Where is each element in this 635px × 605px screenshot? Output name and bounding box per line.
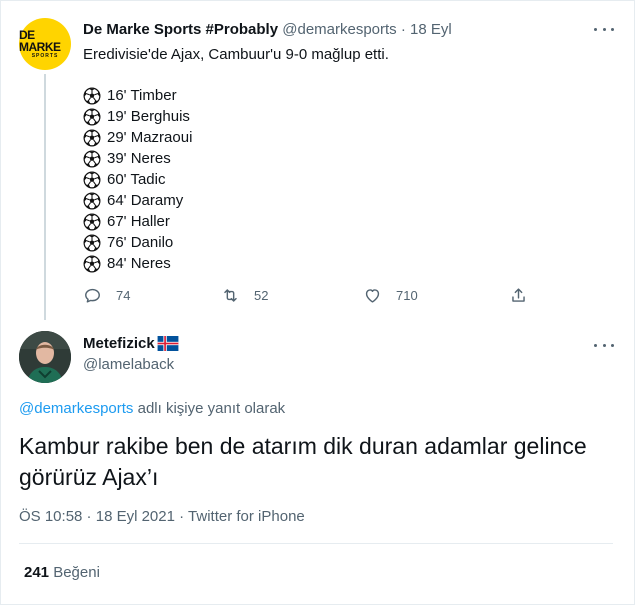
goal-label: 64' Daramy (107, 192, 184, 209)
goal-list: 16' Timber 19' Berghuis 29' Mazraoui 39' Ne… (83, 85, 192, 274)
soccer-ball-icon (83, 108, 101, 126)
reply-count: 74 (116, 288, 131, 303)
avatar[interactable] (19, 331, 71, 383)
soccer-ball-icon (83, 150, 101, 168)
soccer-ball-icon (83, 213, 101, 231)
author-name[interactable]: Metefizick (83, 335, 155, 352)
profile-photo-icon (19, 331, 71, 383)
tweet-actions: 74 52 710 (83, 286, 543, 308)
tweet-text: Kambur rakibe ben de atarım dik duran ad… (19, 433, 587, 490)
goal-label: 84' Neres (107, 255, 171, 272)
reply-icon (85, 288, 100, 303)
more-options-icon[interactable] (594, 23, 614, 35)
goal-item: 16' Timber (83, 85, 192, 106)
reply-context-text: adlı kişiye yanıt olarak (133, 400, 286, 417)
goal-label: 39' Neres (107, 150, 171, 167)
tweet-date[interactable]: 18 Eyl (410, 21, 452, 38)
soccer-ball-icon (83, 129, 101, 147)
author-name-row: Metefizick (83, 335, 179, 352)
tweet-date[interactable]: 18 Eyl 2021 (96, 508, 175, 525)
retweet-count: 52 (254, 288, 269, 303)
separator: · (82, 508, 96, 525)
soccer-ball-icon (83, 171, 101, 189)
separator: · (174, 508, 189, 525)
soccer-ball-icon (83, 255, 101, 273)
tweet-header: De Marke Sports #Probably @demarkesports… (83, 21, 452, 38)
goal-item: 67' Haller (83, 211, 192, 232)
goal-label: 29' Mazraoui (107, 129, 193, 146)
retweet-icon (224, 289, 237, 302)
thread-line (44, 74, 46, 320)
avatar-logo-subtext: SPORTS (31, 53, 59, 59)
soccer-ball-icon (83, 87, 101, 105)
divider (19, 543, 613, 544)
goal-item: 60' Tadic (83, 169, 192, 190)
goal-label: 19' Berghuis (107, 108, 190, 125)
goal-item: 39' Neres (83, 148, 192, 169)
reply-button[interactable]: 74 (83, 286, 130, 305)
share-button[interactable] (509, 286, 542, 305)
tweet-source[interactable]: Twitter for iPhone (188, 508, 305, 525)
goal-label: 76' Danilo (107, 234, 174, 251)
goal-item: 84' Neres (83, 253, 192, 274)
reply-context: @demarkesports adlı kişiye yanıt olarak (19, 400, 285, 417)
goal-label: 16' Timber (107, 87, 177, 104)
goal-item: 76' Danilo (83, 232, 192, 253)
goal-label: 60' Tadic (107, 171, 166, 188)
goal-item: 64' Daramy (83, 190, 192, 211)
heart-icon (365, 289, 380, 303)
iceland-flag-icon (157, 336, 179, 351)
reply-mention-link[interactable]: @demarkesports (19, 400, 133, 417)
soccer-ball-icon (83, 192, 101, 210)
tweet-text: Eredivisie'de Ajax, Cambuur'u 9-0 mağlup… (83, 46, 389, 63)
like-count: 710 (396, 288, 418, 303)
goal-label: 67' Haller (107, 213, 170, 230)
separator: · (400, 21, 406, 38)
like-label: Beğeni (53, 564, 100, 581)
tweet-time[interactable]: ÖS 10:58 (19, 508, 82, 525)
more-options-icon[interactable] (594, 339, 614, 351)
author-handle[interactable]: @demarkesports (282, 21, 396, 38)
tweet-meta: ÖS 10:58 · 18 Eyl 2021 · Twitter for iPh… (19, 508, 305, 525)
author-handle[interactable]: @lamelaback (83, 356, 174, 373)
like-count: 241 (24, 564, 50, 581)
avatar-logo-text: DE MARKE (19, 28, 61, 54)
like-stats[interactable]: 241 Beğeni (24, 564, 100, 581)
avatar[interactable]: DE MARKE SPORTS (19, 18, 71, 70)
goal-item: 29' Mazraoui (83, 127, 192, 148)
goal-item: 19' Berghuis (83, 106, 192, 127)
soccer-ball-icon (83, 234, 101, 252)
like-button[interactable]: 710 (363, 286, 418, 305)
author-name[interactable]: De Marke Sports #Probably (83, 21, 278, 38)
share-icon (512, 288, 525, 302)
retweet-button[interactable]: 52 (221, 286, 268, 305)
